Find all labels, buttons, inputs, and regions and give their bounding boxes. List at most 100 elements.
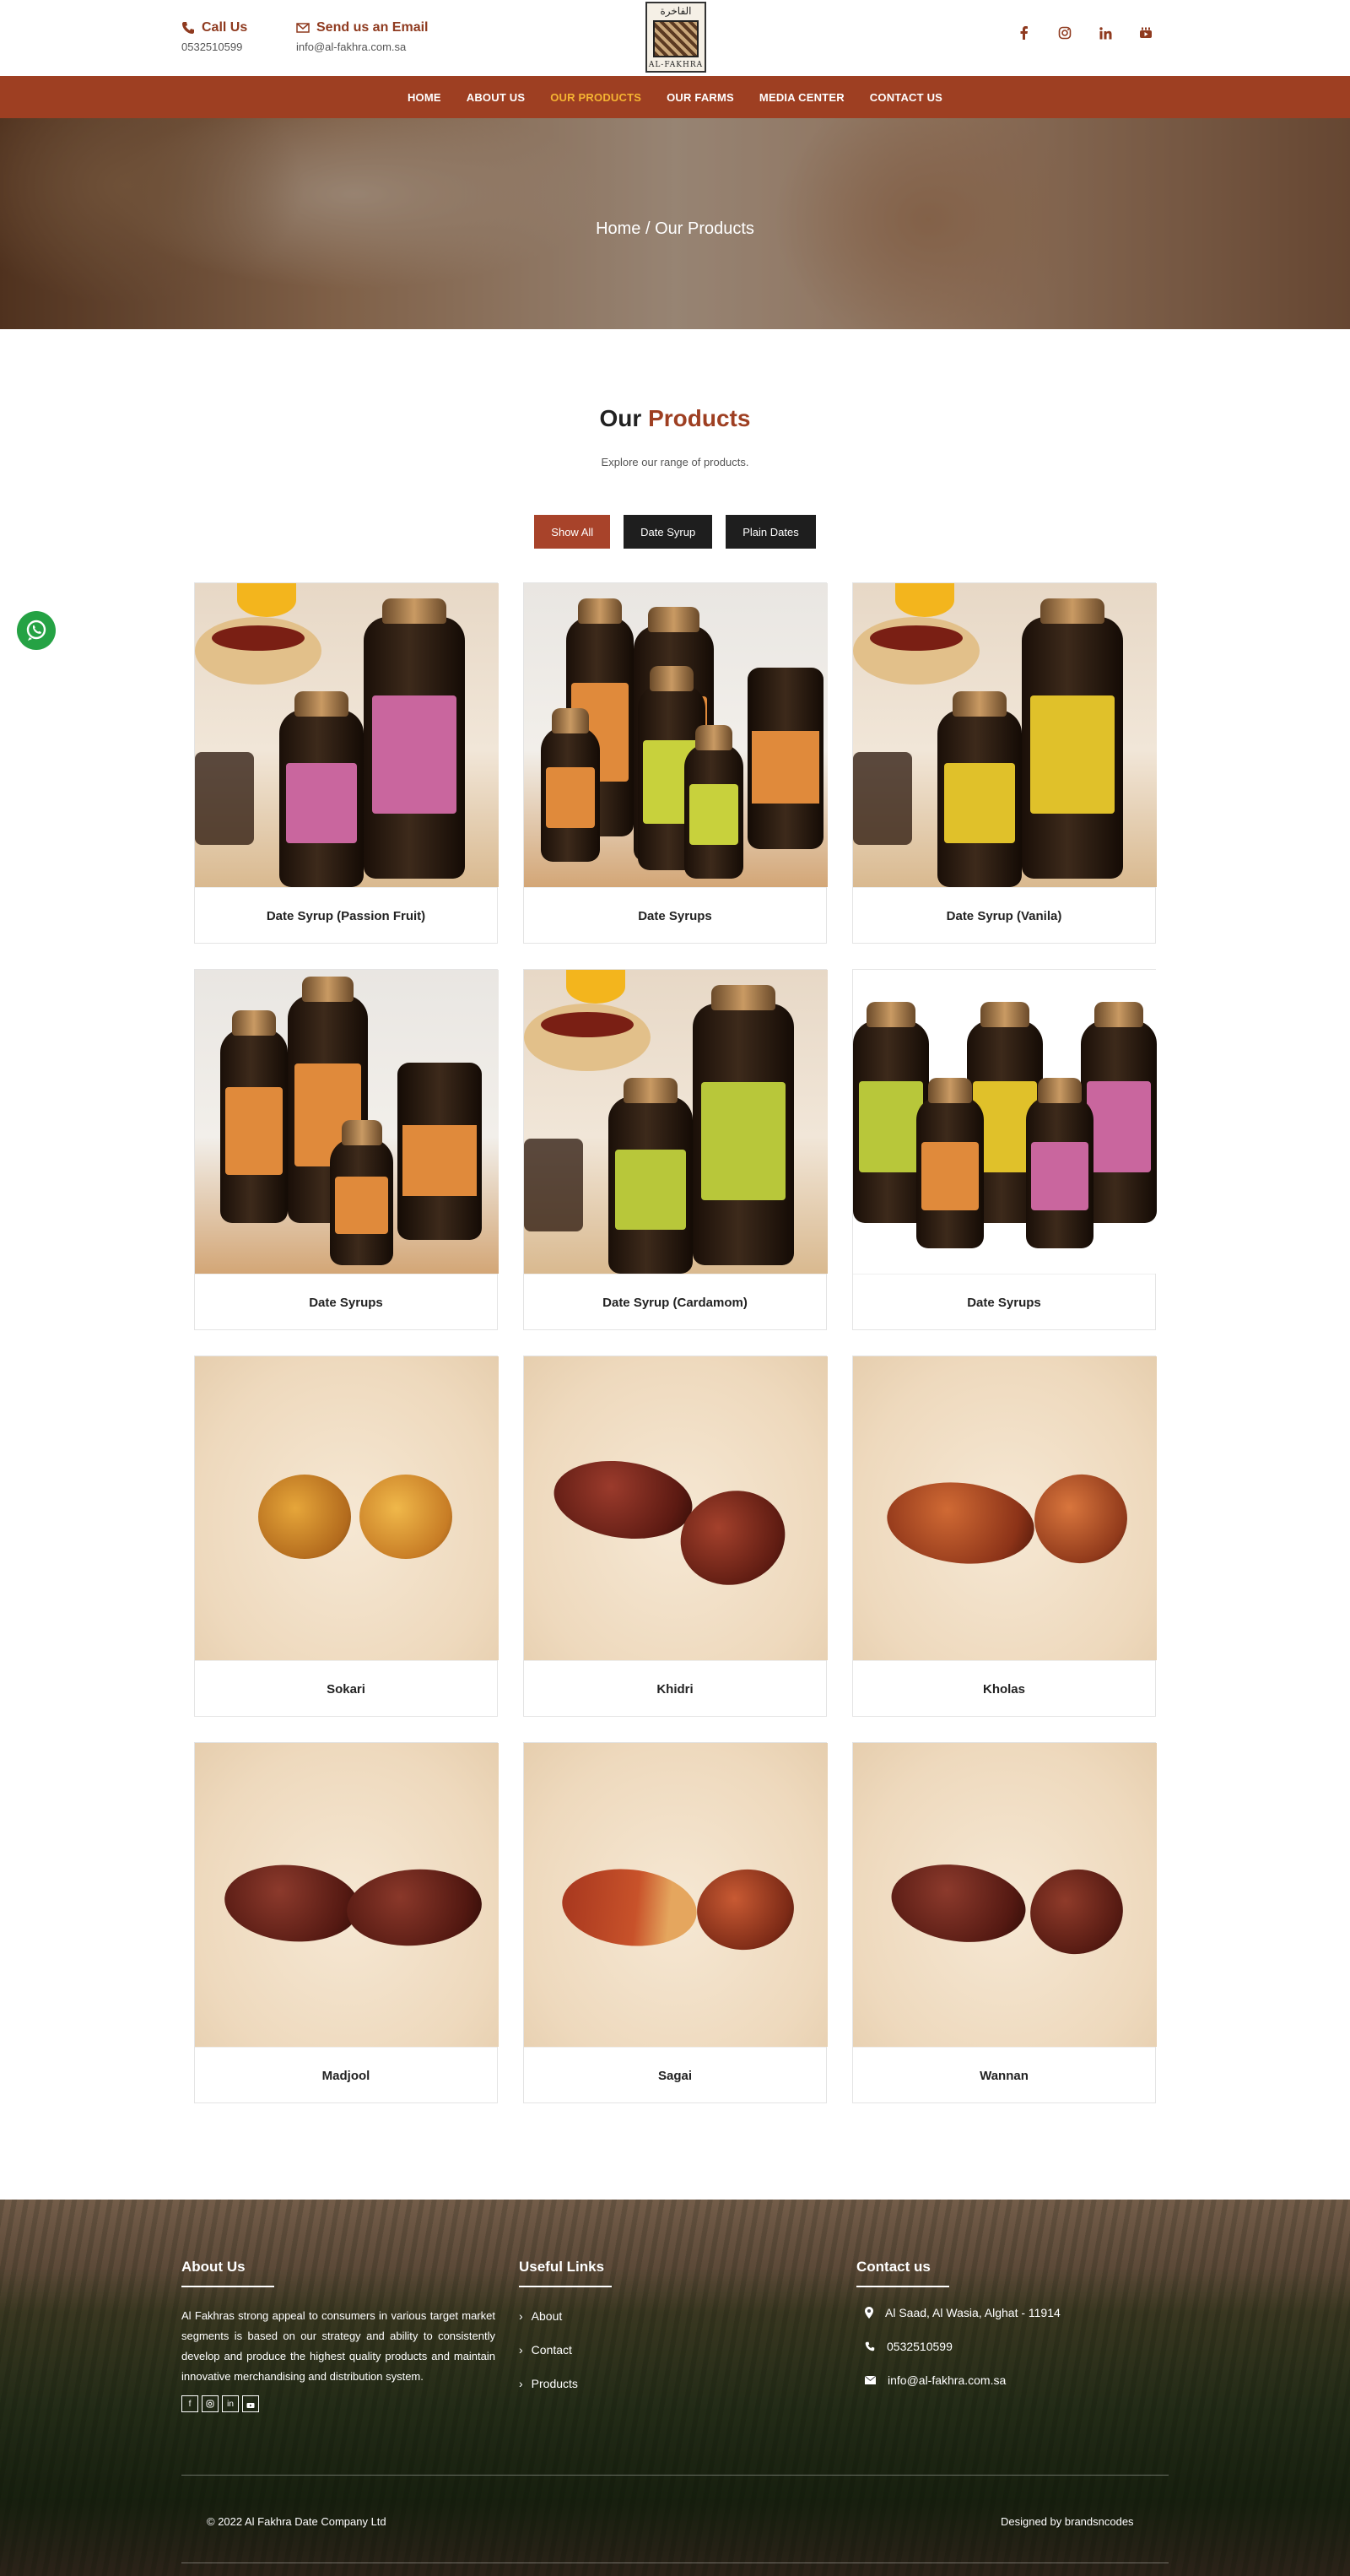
product-name: Kholas bbox=[853, 1660, 1155, 1718]
filter-plain-dates[interactable]: Plain Dates bbox=[726, 515, 816, 549]
product-card[interactable]: Sokari bbox=[194, 1356, 499, 1718]
whatsapp-icon bbox=[26, 620, 46, 641]
product-image bbox=[524, 1743, 828, 2047]
whatsapp-button[interactable] bbox=[17, 611, 56, 650]
product-name: Wannan bbox=[853, 2047, 1155, 2104]
product-image bbox=[524, 970, 828, 1274]
linkedin-icon[interactable]: in bbox=[222, 2395, 239, 2412]
footer-contact-underline bbox=[856, 2286, 949, 2287]
footer-about-underline bbox=[181, 2286, 274, 2287]
footer-phone[interactable]: 0532510599 bbox=[865, 2340, 1061, 2353]
product-name: Sokari bbox=[195, 1660, 497, 1718]
footer-address: Al Saad, Al Wasia, Alghat - 11914 bbox=[865, 2306, 1061, 2319]
product-name: Date Syrups bbox=[524, 887, 826, 944]
product-name: Date Syrup (Passion Fruit) bbox=[195, 887, 497, 944]
product-image bbox=[853, 970, 1157, 1274]
product-filters: Show All Date Syrup Plain Dates bbox=[0, 515, 1350, 549]
product-card[interactable]: Date Syrup (Cardamom) bbox=[523, 969, 828, 1331]
product-card[interactable]: Date Syrup (Passion Fruit) bbox=[194, 582, 499, 944]
page-title-accent: Products bbox=[648, 405, 751, 431]
product-card[interactable]: Kholas bbox=[852, 1356, 1157, 1718]
page-subtitle: Explore our range of products. bbox=[601, 456, 749, 468]
product-image bbox=[853, 583, 1157, 887]
filter-date-syrup[interactable]: Date Syrup bbox=[624, 515, 713, 549]
envelope-icon bbox=[865, 2376, 876, 2384]
footer-phone-text: 0532510599 bbox=[887, 2340, 953, 2353]
facebook-icon[interactable] bbox=[1017, 25, 1032, 41]
hero-banner: Home / Our Products bbox=[0, 118, 1350, 329]
product-name: Date Syrup (Vanila) bbox=[853, 887, 1155, 944]
footer-link-label: Contact bbox=[531, 2343, 572, 2357]
product-image bbox=[195, 970, 499, 1274]
footer-link-about[interactable]: › About bbox=[519, 2309, 612, 2323]
nav-home[interactable]: HOME bbox=[408, 91, 441, 104]
main-nav: HOME ABOUT US OUR PRODUCTS OUR FARMS MED… bbox=[0, 76, 1350, 118]
email-address: info@al-fakhra.com.sa bbox=[296, 41, 407, 53]
logo-emblem bbox=[653, 20, 699, 57]
chevron-right-icon: › bbox=[519, 2343, 523, 2357]
email-title: Send us an Email bbox=[316, 20, 429, 35]
header-social-links bbox=[1017, 25, 1153, 41]
map-pin-icon bbox=[865, 2307, 873, 2319]
footer-divider bbox=[181, 2475, 1169, 2476]
footer-link-list: › About › Contact › Products bbox=[519, 2309, 612, 2390]
footer-about-title: About Us bbox=[181, 2259, 246, 2275]
product-image bbox=[524, 583, 828, 887]
designed-by-text[interactable]: Designed by brandsncodes bbox=[1001, 2515, 1134, 2528]
footer-links-title: Useful Links bbox=[519, 2259, 605, 2275]
nav-our-products[interactable]: OUR PRODUCTS bbox=[550, 91, 641, 104]
footer-about-text: Al Fakhras strong appeal to consumers in… bbox=[181, 2309, 495, 2383]
product-card[interactable]: Date Syrups bbox=[852, 969, 1157, 1331]
nav-our-farms[interactable]: OUR FARMS bbox=[667, 91, 734, 104]
product-card[interactable]: Date Syrup (Vanila) bbox=[852, 582, 1157, 944]
email-block[interactable]: Send us an Email info@al-fakhra.com.sa bbox=[296, 20, 428, 53]
product-card[interactable]: Date Syrups bbox=[194, 969, 499, 1331]
footer-link-contact[interactable]: › Contact bbox=[519, 2343, 612, 2357]
footer-contact-list: Al Saad, Al Wasia, Alghat - 11914 053251… bbox=[856, 2306, 1061, 2387]
filter-show-all[interactable]: Show All bbox=[534, 515, 611, 549]
product-name: Sagai bbox=[524, 2047, 826, 2104]
product-name: Date Syrups bbox=[853, 1274, 1155, 1331]
facebook-icon[interactable]: f bbox=[181, 2395, 198, 2412]
call-us-title: Call Us bbox=[202, 20, 248, 35]
product-card[interactable]: Sagai bbox=[523, 1742, 828, 2104]
phone-icon bbox=[865, 2341, 875, 2351]
instagram-icon[interactable] bbox=[1057, 25, 1072, 41]
chevron-right-icon: › bbox=[519, 2309, 523, 2323]
product-name: Date Syrups bbox=[195, 1274, 497, 1331]
product-image bbox=[195, 1743, 499, 2047]
product-image bbox=[853, 1743, 1157, 2047]
footer-link-products[interactable]: › Products bbox=[519, 2377, 612, 2390]
product-image bbox=[195, 1356, 499, 1660]
instagram-icon[interactable] bbox=[202, 2395, 219, 2412]
linkedin-icon[interactable] bbox=[1098, 25, 1113, 41]
footer-social-links: f in bbox=[181, 2395, 495, 2412]
youtube-icon[interactable] bbox=[1138, 25, 1153, 41]
product-name: Date Syrup (Cardamom) bbox=[524, 1274, 826, 1331]
nav-media-center[interactable]: MEDIA CENTER bbox=[759, 91, 845, 104]
call-us-block[interactable]: Call Us 0532510599 bbox=[181, 20, 247, 53]
footer-about: About Us Al Fakhras strong appeal to con… bbox=[181, 2259, 495, 2412]
product-name: Madjool bbox=[195, 2047, 497, 2104]
youtube-icon[interactable] bbox=[242, 2395, 259, 2412]
footer-email[interactable]: info@al-fakhra.com.sa bbox=[865, 2373, 1061, 2387]
footer-link-label: About bbox=[531, 2309, 563, 2323]
page-title: Our Products bbox=[0, 405, 1350, 432]
brand-logo[interactable]: الفاخرة AL-FAKHRA bbox=[645, 2, 706, 73]
page-title-plain: Our bbox=[599, 405, 642, 431]
footer-link-label: Products bbox=[531, 2377, 578, 2390]
nav-about-us[interactable]: ABOUT US bbox=[467, 91, 526, 104]
nav-contact-us[interactable]: CONTACT US bbox=[870, 91, 942, 104]
product-card[interactable]: Wannan bbox=[852, 1742, 1157, 2104]
product-image bbox=[195, 583, 499, 887]
copyright-text: © 2022 Al Fakhra Date Company Ltd bbox=[207, 2515, 386, 2528]
product-name: Khidri bbox=[524, 1660, 826, 1718]
product-card[interactable]: Khidri bbox=[523, 1356, 828, 1718]
phone-icon bbox=[182, 22, 194, 34]
breadcrumb: Home / Our Products bbox=[596, 219, 754, 238]
product-card[interactable]: Madjool bbox=[194, 1742, 499, 2104]
product-card[interactable]: Date Syrups bbox=[523, 582, 828, 944]
logo-english-text: AL-FAKHRA bbox=[648, 61, 704, 69]
logo-arabic-text: الفاخرة bbox=[660, 5, 692, 17]
product-image bbox=[853, 1356, 1157, 1660]
